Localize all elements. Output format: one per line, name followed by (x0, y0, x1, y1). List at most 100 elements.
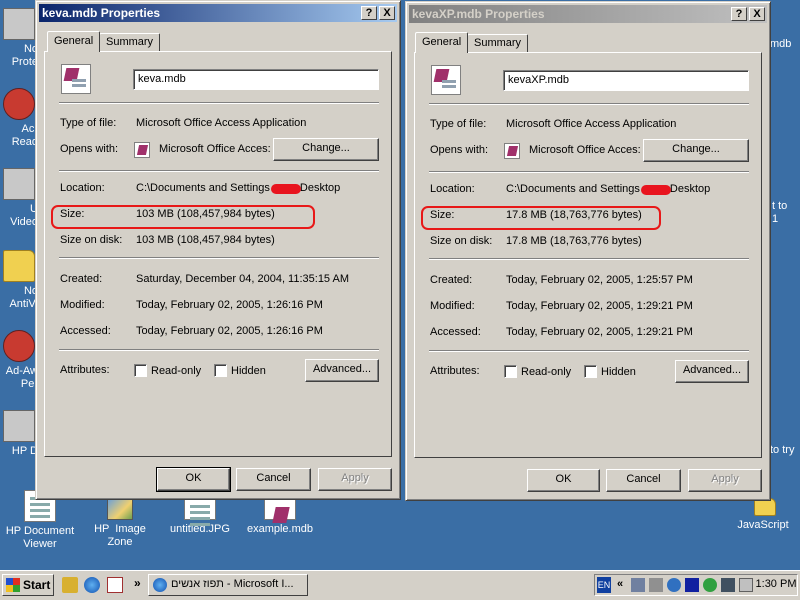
access-file-icon (61, 64, 91, 94)
accessed-label: Accessed: (60, 325, 111, 337)
advanced-button[interactable]: Advanced... (675, 360, 749, 383)
desktop-icon-javascript[interactable]: JavaScript (728, 498, 798, 532)
separator (429, 171, 749, 173)
type-label: Type of file: (60, 117, 117, 129)
ok-button[interactable]: OK (527, 469, 600, 492)
quicklaunch-internet-explorer-icon[interactable] (84, 577, 100, 593)
size-on-disk-label: Size on disk: (430, 235, 493, 247)
desktop-icon-acrobat-reader[interactable]: Acr Read (0, 88, 38, 149)
hidden-label[interactable]: Hidden (231, 365, 266, 377)
general-panel: kevaXP.mdb Type of file: Microsoft Offic… (414, 52, 762, 458)
tab-strip: General Summary (409, 30, 767, 53)
location-path-end: Desktop (299, 182, 341, 194)
clock[interactable]: 1:30 PM (755, 578, 797, 590)
desktop-icon-video[interactable]: U Video (0, 168, 38, 229)
tab-general[interactable]: General (415, 32, 469, 53)
desktop-icon-shortcut[interactable]: t to 1 (772, 200, 800, 226)
cancel-button[interactable]: Cancel (236, 468, 311, 491)
desktop-icon-norton-antivirus[interactable]: No AntiVi (0, 250, 38, 311)
modified-label: Modified: (60, 299, 105, 311)
messenger-icon[interactable] (667, 578, 681, 592)
volume-icon[interactable] (739, 578, 753, 592)
title-bar[interactable]: kevaXP.mdb Properties ? X (409, 5, 767, 23)
hp-image-zone-icon (107, 498, 133, 520)
help-button[interactable]: ? (731, 7, 747, 21)
opens-with-label: Opens with: (60, 143, 119, 155)
apply-button[interactable]: Apply (318, 468, 392, 491)
hidden-checkbox[interactable] (214, 364, 227, 377)
apply-button[interactable]: Apply (688, 469, 762, 492)
tray-expand-button[interactable]: « (617, 578, 623, 590)
hp-icon (3, 410, 35, 442)
hidden-checkbox[interactable] (584, 365, 597, 378)
readonly-checkbox[interactable] (504, 365, 517, 378)
close-button[interactable]: X (379, 6, 395, 20)
attributes-label: Attributes: (60, 364, 110, 376)
close-button[interactable]: X (749, 7, 765, 21)
hardware-icon[interactable] (721, 578, 735, 592)
size-on-disk-label: Size on disk: (60, 234, 123, 246)
windows-logo-icon (6, 578, 20, 592)
desktop-icon-label: Ad-Aw Per (5, 365, 38, 390)
desktop-icon-mdb[interactable]: mdb (770, 38, 800, 51)
desktop-icon-trial[interactable]: to try (770, 444, 800, 457)
desktop-icon-hp-director[interactable]: HP D (0, 410, 38, 458)
properties-dialog-kevaxp: kevaXP.mdb Properties ? X General Summar… (405, 1, 771, 501)
title-bar[interactable]: keva.mdb Properties ? X (39, 4, 397, 22)
desktop-icon-label: to try (770, 444, 795, 456)
created-label: Created: (60, 273, 103, 285)
quicklaunch-overflow[interactable]: » (134, 576, 141, 590)
desktop-icon-label: U Video (10, 203, 38, 228)
size-highlight-circle (421, 206, 661, 230)
readonly-checkbox[interactable] (134, 364, 147, 377)
desktop-icon-label: mdb (770, 38, 792, 50)
hidden-label[interactable]: Hidden (601, 366, 636, 378)
tab-summary[interactable]: Summary (99, 33, 161, 51)
location-value: C:\Documents and Settings Desktop (506, 183, 710, 195)
separator (59, 349, 379, 351)
separator (59, 257, 379, 259)
separator (429, 103, 749, 105)
network-icon[interactable] (631, 578, 645, 592)
quicklaunch-desktop-icon[interactable] (62, 577, 78, 593)
help-button[interactable]: ? (361, 6, 377, 20)
redaction-mark (271, 184, 301, 194)
ok-button[interactable]: OK (156, 467, 231, 492)
cancel-button[interactable]: Cancel (606, 469, 681, 492)
tab-general[interactable]: General (47, 31, 101, 52)
desktop-icon-label: example.mdb (246, 523, 314, 535)
desktop-icon-hp-image-zone[interactable]: HP Image Zone (80, 498, 160, 549)
media-player-icon[interactable] (685, 578, 699, 592)
language-indicator[interactable]: EN (597, 577, 611, 593)
printer-icon[interactable] (649, 578, 663, 592)
desktop-icon-norton-protection[interactable]: No Prote (0, 8, 38, 69)
desktop-icon-adaware[interactable]: Ad-Aw Per (0, 330, 38, 391)
change-button[interactable]: Change... (643, 139, 749, 162)
filename-field[interactable]: kevaXP.mdb (503, 70, 749, 91)
video-icon (3, 168, 35, 200)
readonly-label[interactable]: Read-only (521, 366, 571, 378)
desktop-icon-example-mdb[interactable]: example.mdb (240, 498, 320, 536)
tab-summary[interactable]: Summary (467, 34, 529, 52)
window-title: keva.mdb Properties (42, 6, 161, 20)
type-value: Microsoft Office Access Application (506, 118, 677, 130)
quicklaunch-media-icon[interactable] (107, 577, 123, 593)
opens-with-value: Microsoft Office Acces: (159, 143, 271, 155)
window-title: kevaXP.mdb Properties (412, 7, 545, 21)
separator (59, 102, 379, 104)
mdb-file-icon (264, 498, 296, 520)
antivirus-tray-icon[interactable] (703, 578, 717, 592)
change-button[interactable]: Change... (273, 138, 379, 161)
taskbar-item-browser[interactable]: תפוז אנשים - Microsoft I... (148, 574, 308, 596)
desktop-icon-label: JavaScript (737, 519, 789, 531)
properties-dialog-keva: keva.mdb Properties ? X General Summary … (35, 0, 401, 500)
desktop-icon-untitled-jpg[interactable]: untitled.JPG (160, 498, 240, 536)
shield-icon (3, 8, 35, 40)
advanced-button[interactable]: Advanced... (305, 359, 379, 382)
start-button[interactable]: Start (2, 574, 54, 596)
filename-field[interactable]: keva.mdb (133, 69, 379, 90)
access-app-icon (504, 143, 520, 159)
readonly-label[interactable]: Read-only (151, 365, 201, 377)
acrobat-icon (3, 88, 35, 120)
redaction-mark (641, 185, 671, 195)
